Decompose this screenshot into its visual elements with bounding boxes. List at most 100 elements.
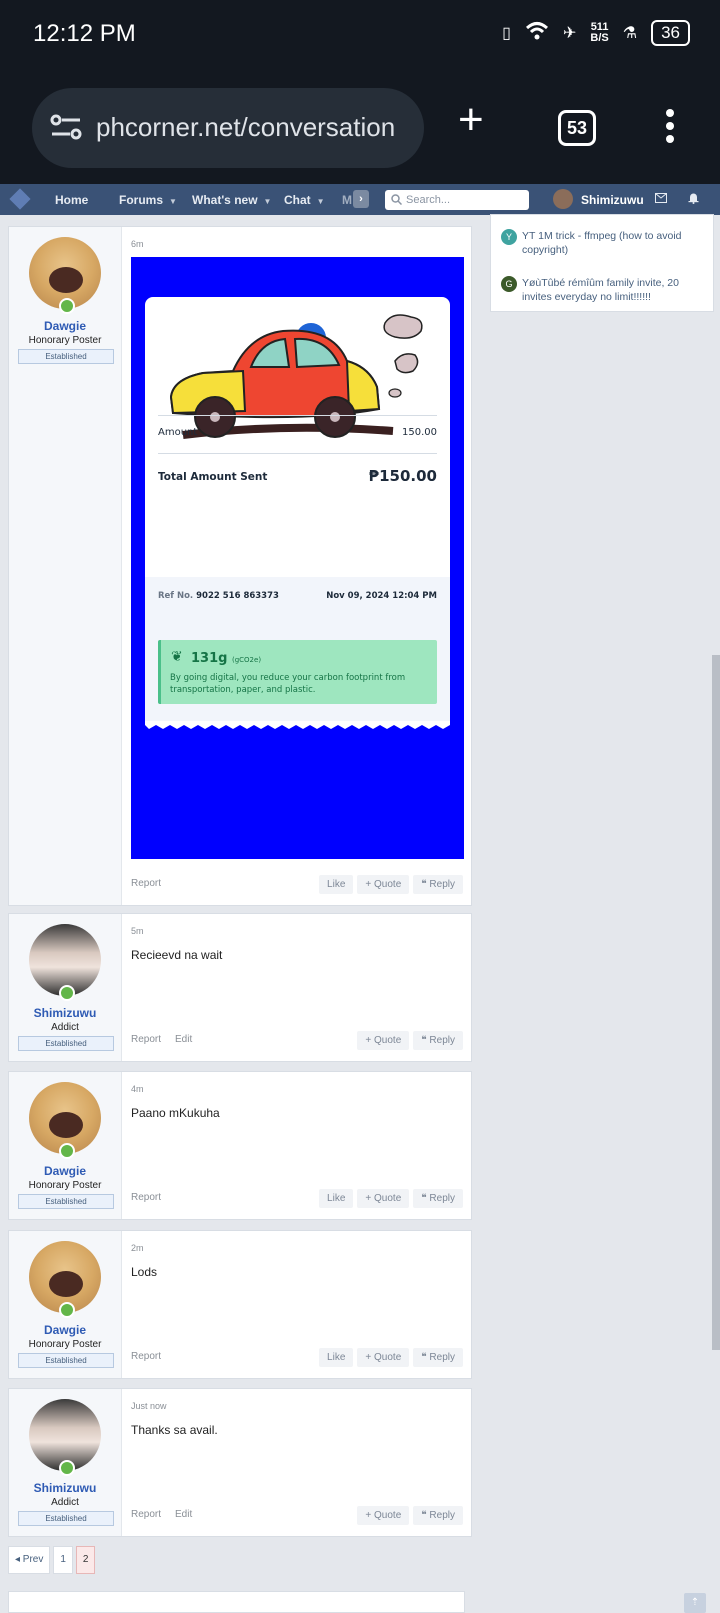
airplane-icon: ✈	[562, 25, 577, 42]
user-banner: Established	[18, 349, 114, 364]
nav-whats-new[interactable]: What's new ▼	[192, 193, 271, 207]
report-link[interactable]: Report	[131, 1351, 161, 1362]
page-link-current[interactable]: 2	[75, 1546, 96, 1574]
receipt-torn-edge	[145, 721, 450, 729]
quote-button[interactable]: + Quote	[357, 1348, 410, 1367]
search-icon	[391, 194, 402, 205]
user-avatar[interactable]	[553, 189, 573, 209]
account-username[interactable]: Shimizuwu	[581, 193, 644, 207]
battery-indicator: 36	[651, 20, 690, 46]
browser-menu-icon[interactable]	[664, 108, 676, 144]
user-banner: Established	[18, 1036, 114, 1051]
like-button[interactable]: Like	[319, 875, 354, 894]
reply-button[interactable]: ❝ Reply	[413, 1031, 463, 1050]
site-settings-icon[interactable]	[50, 112, 82, 142]
quote-button[interactable]: + Quote	[357, 875, 410, 894]
nav-forums[interactable]: Forums ▼	[119, 193, 177, 207]
quick-reply-editor-toolbar[interactable]	[8, 1591, 465, 1613]
message-post: Shimizuwu Addict Established Just now Th…	[8, 1388, 472, 1537]
report-link[interactable]: Report	[131, 1509, 161, 1520]
post-time[interactable]: Just now	[131, 1401, 167, 1411]
message-post: Shimizuwu Addict Established 5m Recieevd…	[8, 913, 472, 1062]
attached-image[interactable]: Amount 150.00 Total Amount Sent ₱150.00 …	[131, 257, 464, 859]
post-author-panel: Dawgie Honorary Poster Established	[9, 1231, 122, 1378]
quote-button[interactable]: + Quote	[357, 1031, 410, 1050]
nav-more-truncated[interactable]: M	[342, 193, 352, 207]
thread-link[interactable]: YT 1M trick - ffmpeg (how to avoid copyr…	[522, 229, 705, 257]
post-actions: Report Edit + Quote ❝ Reply	[131, 1031, 463, 1051]
car-illustration	[169, 314, 423, 439]
author-name[interactable]: Dawgie	[9, 1164, 121, 1178]
nav-scroll-right-button[interactable]: ›	[353, 190, 369, 208]
payment-receipt: Amount 150.00 Total Amount Sent ₱150.00 …	[145, 297, 450, 729]
pagination: ◂ Prev 1 2	[8, 1546, 96, 1574]
vibrate-icon: ▯	[502, 25, 511, 42]
post-time[interactable]: 5m	[131, 926, 144, 936]
message-post: Dawgie Honorary Poster Established 6m Am…	[8, 226, 472, 906]
search-input[interactable]: Search...	[385, 190, 529, 210]
quote-button[interactable]: + Quote	[357, 1506, 410, 1525]
like-button[interactable]: Like	[319, 1189, 354, 1208]
scrollbar-thumb[interactable]	[712, 655, 720, 1350]
user-initial-avatar: G	[501, 276, 517, 292]
reply-button[interactable]: ❝ Reply	[413, 875, 463, 894]
divider	[158, 415, 437, 416]
nav-home[interactable]: Home	[55, 193, 88, 207]
post-time[interactable]: 4m	[131, 1084, 144, 1094]
message-text: Paano mKukuha	[131, 1106, 220, 1120]
post-actions: Report Edit + Quote ❝ Reply	[131, 1506, 463, 1526]
message-post: Dawgie Honorary Poster Established 4m Pa…	[8, 1071, 472, 1220]
total-value: ₱150.00	[368, 467, 437, 485]
author-name[interactable]: Dawgie	[9, 1323, 121, 1337]
user-banner: Established	[18, 1353, 114, 1368]
status-icons: ▯ ✈ 511 B/S ⚗ 36	[502, 20, 690, 46]
total-label: Total Amount Sent	[158, 471, 268, 483]
leaf-icon: ❦	[171, 649, 183, 665]
author-name[interactable]: Dawgie	[9, 319, 121, 333]
page-link-1[interactable]: 1	[53, 1546, 73, 1574]
site-logo[interactable]	[9, 188, 31, 210]
report-link[interactable]: Report	[131, 1192, 161, 1203]
message-text: Recieevd na wait	[131, 948, 223, 962]
scroll-to-top-button[interactable]: ⇡	[684, 1593, 706, 1613]
reply-button[interactable]: ❝ Reply	[413, 1506, 463, 1525]
prev-page-button[interactable]: ◂ Prev	[8, 1546, 51, 1574]
status-bar: 12:12 PM ▯ ✈ 511 B/S ⚗ 36	[0, 0, 720, 72]
flask-icon: ⚗	[622, 25, 638, 42]
nav-chat[interactable]: Chat ▼	[284, 193, 325, 207]
reply-button[interactable]: ❝ Reply	[413, 1348, 463, 1367]
report-link[interactable]: Report	[131, 878, 161, 889]
report-link[interactable]: Report	[131, 1034, 161, 1045]
edit-link[interactable]: Edit	[175, 1509, 192, 1520]
online-indicator	[59, 1302, 75, 1318]
divider	[158, 453, 437, 454]
reply-button[interactable]: ❝ Reply	[413, 1189, 463, 1208]
author-name[interactable]: Shimizuwu	[9, 1481, 121, 1495]
post-time[interactable]: 6m	[131, 239, 144, 249]
edit-link[interactable]: Edit	[175, 1034, 192, 1045]
post-actions: Report Like + Quote ❝ Reply	[131, 875, 463, 895]
chevron-down-icon: ▼	[316, 197, 325, 206]
similar-threads-list: Y YT 1M trick - ffmpeg (how to avoid cop…	[490, 214, 714, 312]
like-button[interactable]: Like	[319, 1348, 354, 1367]
notifications-bell-icon[interactable]	[688, 192, 699, 204]
user-initial-avatar: Y	[501, 229, 517, 245]
chevron-down-icon: ▼	[169, 197, 177, 206]
tab-switcher-button[interactable]: 53	[558, 110, 596, 146]
author-name[interactable]: Shimizuwu	[9, 1006, 121, 1020]
browser-toolbar: phcorner.net/conversation + 53	[0, 72, 720, 184]
inbox-icon[interactable]	[655, 193, 667, 203]
new-tab-button[interactable]: +	[458, 98, 484, 142]
post-author-panel: Dawgie Honorary Poster Established	[9, 227, 122, 905]
post-actions: Report Like + Quote ❝ Reply	[131, 1348, 463, 1368]
receipt-total-row: Total Amount Sent ₱150.00	[158, 467, 437, 485]
thread-link[interactable]: YøùTûbé rémîûm family invite, 20 invites…	[522, 276, 705, 304]
user-title: Honorary Poster	[28, 1180, 102, 1191]
quote-button[interactable]: + Quote	[357, 1189, 410, 1208]
post-time[interactable]: 2m	[131, 1243, 144, 1253]
message-text: Thanks sa avail.	[131, 1423, 218, 1437]
network-speed: 511 B/S	[590, 21, 609, 44]
address-bar[interactable]: phcorner.net/conversation	[32, 88, 424, 168]
amount-value: 150.00	[402, 427, 437, 438]
carbon-saved-value: 131g (gCO2e)	[191, 651, 262, 666]
